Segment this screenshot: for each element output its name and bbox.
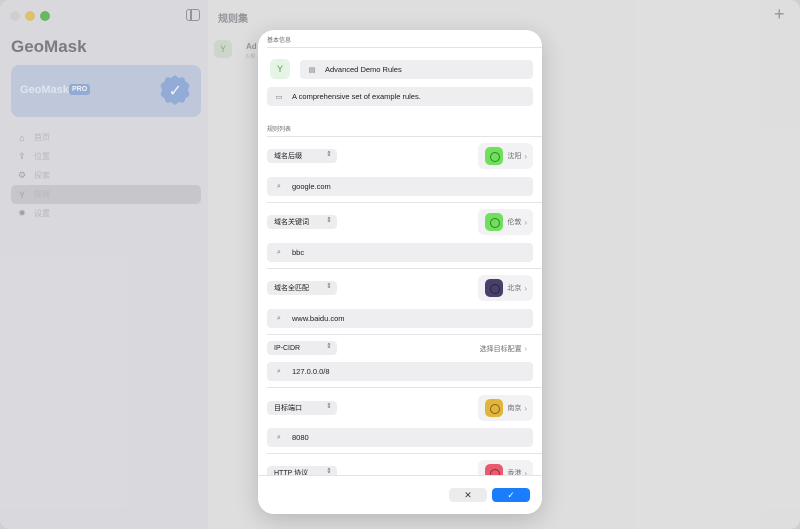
ruleset-icon[interactable]: Y xyxy=(270,59,290,79)
edit-ruleset-sheet: 基本信息 Y ▤ Advanced Demo Rules ▭ A compreh… xyxy=(258,30,542,514)
rule-value-field[interactable]: ⌕ www.baidu.com xyxy=(267,309,533,328)
divider xyxy=(267,136,542,137)
chevron-right-icon: › xyxy=(524,151,527,161)
chevron-updown-icon: ⇕ xyxy=(326,283,332,290)
location-flag-icon xyxy=(485,279,504,297)
rule-type-value: 域名后缀 xyxy=(274,153,302,160)
comment-icon: ▭ xyxy=(275,93,283,101)
confirm-button[interactable]: ✓ xyxy=(492,488,530,502)
chevron-updown-icon: ⇕ xyxy=(326,343,332,350)
divider xyxy=(267,47,542,48)
description-field-value: A comprehensive set of example rules. xyxy=(292,92,421,101)
rule-target-label: 沈阳 xyxy=(507,153,522,160)
rule-target-label: 北京 xyxy=(507,285,522,292)
rule-target-label: 选择目标配置 xyxy=(479,346,522,353)
rule-type-value: 域名关键词 xyxy=(274,219,309,226)
rule-target-label: 南京 xyxy=(507,405,522,412)
chevron-right-icon: › xyxy=(524,346,527,353)
rule-value: google.com xyxy=(292,182,331,191)
description-field[interactable]: ▭ A comprehensive set of example rules. xyxy=(267,87,533,106)
rule-value-field[interactable]: ⌕ bbc xyxy=(267,243,533,262)
search-icon: ⌕ xyxy=(277,367,281,375)
search-icon: ⌕ xyxy=(277,248,281,256)
cancel-button[interactable]: ✕ xyxy=(449,488,487,502)
name-field[interactable]: ▤ Advanced Demo Rules xyxy=(300,60,533,79)
rule-target-label: 伦敦 xyxy=(507,219,522,226)
location-flag-icon xyxy=(485,213,504,231)
rule-target-button[interactable]: 南京 › xyxy=(478,395,533,421)
divider xyxy=(267,453,542,454)
rule-type-value: IP-CIDR xyxy=(274,344,301,352)
chevron-updown-icon: ⇕ xyxy=(326,403,332,410)
divider xyxy=(267,202,542,203)
search-icon: ⌕ xyxy=(277,182,281,190)
rule-value-field[interactable]: ⌕ 127.0.0.0/8 xyxy=(267,362,533,381)
rule-target-button[interactable]: 伦敦 › xyxy=(478,209,533,235)
rule-value: 8080 xyxy=(292,433,309,442)
rule-value: www.baidu.com xyxy=(292,314,345,323)
chevron-right-icon: › xyxy=(524,217,527,227)
rule-value: bbc xyxy=(292,248,305,257)
rule-value-field[interactable]: ⌕ google.com xyxy=(267,177,533,196)
location-flag-icon xyxy=(485,399,504,417)
rule-type-select[interactable]: 域名后缀 ⇕ xyxy=(267,149,337,163)
rule-target-button[interactable]: 选择目标配置 › xyxy=(480,344,527,354)
chevron-updown-icon: ⇕ xyxy=(326,468,332,475)
chevron-updown-icon: ⇕ xyxy=(326,217,332,224)
rules-list-title: 规则列表 xyxy=(267,127,292,133)
rule-value-field[interactable]: ⌕ 8080 xyxy=(267,428,533,447)
name-field-value: Advanced Demo Rules xyxy=(325,65,402,74)
search-icon: ⌕ xyxy=(277,314,281,322)
rule-type-select[interactable]: 目标端口 ⇕ xyxy=(267,401,337,415)
rule-type-value: 目标端口 xyxy=(274,405,302,412)
rule-type-value: 域名全匹配 xyxy=(274,285,309,292)
divider xyxy=(267,387,542,388)
chevron-right-icon: › xyxy=(524,403,527,413)
divider xyxy=(267,334,542,335)
rule-type-select[interactable]: 域名关键词 ⇕ xyxy=(267,215,337,229)
search-icon: ⌕ xyxy=(277,433,281,441)
rule-target-button[interactable]: 沈阳 › xyxy=(478,143,533,169)
chevron-right-icon: › xyxy=(524,283,527,293)
location-flag-icon xyxy=(485,147,504,165)
document-icon: ▤ xyxy=(308,66,316,74)
rule-type-select[interactable]: 域名全匹配 ⇕ xyxy=(267,281,337,295)
rule-target-button[interactable]: 北京 › xyxy=(478,275,533,301)
rule-value: 127.0.0.0/8 xyxy=(292,367,330,376)
rule-type-select[interactable]: IP-CIDR ⇕ xyxy=(267,341,337,355)
basic-info-title: 基本信息 xyxy=(267,38,292,44)
chevron-updown-icon: ⇕ xyxy=(326,151,332,158)
divider xyxy=(267,268,542,269)
